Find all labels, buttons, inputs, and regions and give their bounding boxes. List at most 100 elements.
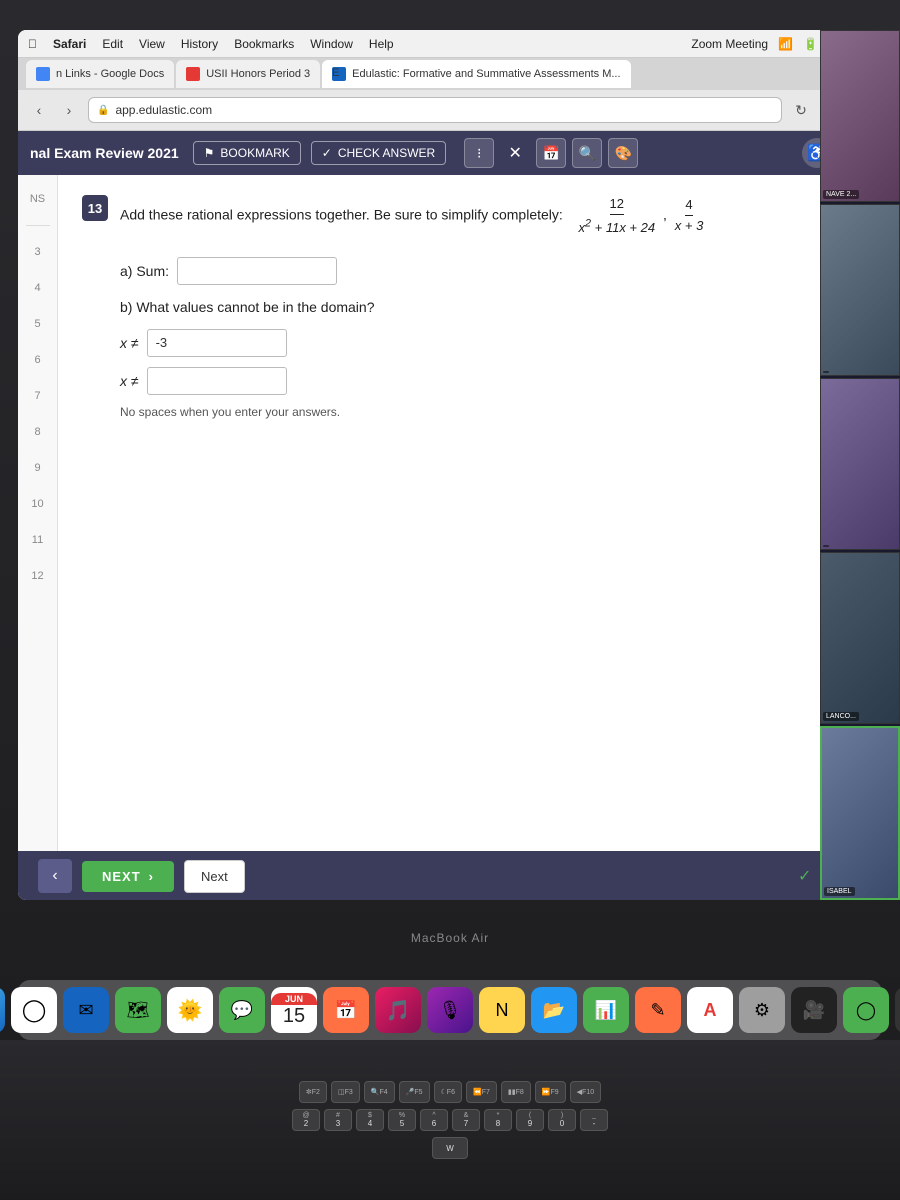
fraction1: 12 x2 + 11x + 24 [578, 195, 655, 237]
dock-settings[interactable]: ⚙ [739, 987, 785, 1033]
key-f6[interactable]: ☾F6 [434, 1081, 462, 1103]
key-f3[interactable]: ◫F3 [331, 1081, 360, 1103]
tab-google-docs[interactable]: n Links - Google Docs [26, 60, 174, 88]
sidebar-num-10[interactable]: 10 [24, 490, 52, 518]
sidebar-num-7[interactable]: 7 [24, 382, 52, 410]
key-f10[interactable]: ◀F10 [570, 1081, 601, 1103]
question-area: 13 Add these rational expressions togeth… [58, 175, 882, 851]
zoom-label-3 [823, 545, 829, 547]
address-bar[interactable]: 🔒 app.edulastic.com [88, 97, 782, 123]
dock-camera[interactable]: 🎥 [791, 987, 837, 1033]
key-w[interactable]: W [432, 1137, 468, 1159]
lock-icon: 🔒 [97, 105, 109, 116]
key-close-0[interactable]: )0 [548, 1109, 576, 1131]
menu-help[interactable]: Help [369, 37, 394, 51]
browser-back-btn[interactable]: ‹ [28, 99, 50, 121]
domain-row-1: x ≠ [120, 329, 858, 357]
dock-reminders[interactable]: 📅 [323, 987, 369, 1033]
sum-input[interactable] [177, 257, 337, 285]
menu-apple[interactable]:  [28, 37, 37, 51]
tab-usii[interactable]: USII Honors Period 3 [176, 60, 320, 88]
menu-view[interactable]: View [139, 37, 165, 51]
dock-pen[interactable]: ✎ [635, 987, 681, 1033]
bottom-next-button[interactable]: Next [184, 860, 245, 893]
dock-system[interactable]: 🖥 [895, 987, 900, 1033]
dock-photos[interactable]: 🌞 [167, 987, 213, 1033]
dock-notes[interactable]: N [479, 987, 525, 1033]
key-f2[interactable]: ✼F2 [299, 1081, 327, 1103]
menu-app-name[interactable]: Safari [53, 37, 86, 51]
url-text: app.edulastic.com [115, 103, 212, 117]
dock-a-icon[interactable]: A [687, 987, 733, 1033]
dock-podcasts[interactable]: 🎙 [427, 987, 473, 1033]
bookmark-button[interactable]: ⚑ BOOKMARK [193, 141, 301, 165]
sidebar-num-3[interactable]: 3 [24, 238, 52, 266]
key-f4[interactable]: 🔍F4 [364, 1081, 395, 1103]
tools-group: ⁝ ✕ 📅 🔍 🎨 [464, 138, 638, 168]
dock-maps[interactable]: 🗺 [115, 987, 161, 1033]
menu-history[interactable]: History [181, 37, 218, 51]
dock-files[interactable]: 📂 [531, 987, 577, 1033]
sidebar-num-9[interactable]: 9 [24, 454, 52, 482]
key-caret-6[interactable]: ^6 [420, 1109, 448, 1131]
check-answer-button[interactable]: ✓ CHECK ANSWER [311, 141, 446, 165]
tab-bar: n Links - Google Docs USII Honors Period… [18, 58, 882, 90]
browser-refresh-btn[interactable]: ↻ [790, 99, 812, 121]
sidebar-ns[interactable]: NS [24, 185, 52, 213]
domain-input-2[interactable] [147, 367, 287, 395]
sidebar-num-5[interactable]: 5 [24, 310, 52, 338]
part-a-label: a) Sum: [120, 263, 169, 279]
dock-finder[interactable]: 😀 [0, 987, 5, 1033]
key-hash-3[interactable]: #3 [324, 1109, 352, 1131]
bottom-back-button[interactable]: ‹ [38, 859, 72, 893]
dock-charts[interactable]: 📊 [583, 987, 629, 1033]
key-star-8[interactable]: *8 [484, 1109, 512, 1131]
key-f8[interactable]: ▮▮F8 [501, 1081, 531, 1103]
sidebar-num-8[interactable]: 8 [24, 418, 52, 446]
next-arrow-icon: › [149, 869, 154, 884]
part-a-row: a) Sum: [120, 257, 858, 285]
sidebar-num-4[interactable]: 4 [24, 274, 52, 302]
dock-mail[interactable]: ✉ [63, 987, 109, 1033]
tab-favicon-usii [186, 67, 200, 81]
calendar-tool-btn[interactable]: 📅 [536, 138, 566, 168]
key-at-2[interactable]: @2 [292, 1109, 320, 1131]
question-number-badge: 13 [82, 195, 108, 221]
domain-input-1[interactable] [147, 329, 287, 357]
key-amp-7[interactable]: &7 [452, 1109, 480, 1131]
tab-google-label: n Links - Google Docs [56, 68, 164, 80]
key-open-9[interactable]: (9 [516, 1109, 544, 1131]
sidebar-num-11[interactable]: 11 [24, 526, 52, 554]
dock-music[interactable]: 🎵 [375, 987, 421, 1033]
browser-forward-btn[interactable]: › [58, 99, 80, 121]
domain-row-2: x ≠ [120, 367, 858, 395]
key-pct-5[interactable]: %5 [388, 1109, 416, 1131]
paint-tool-btn[interactable]: 🎨 [608, 138, 638, 168]
sidebar-num-6[interactable]: 6 [24, 346, 52, 374]
menu-edit[interactable]: Edit [102, 37, 123, 51]
dock-green-circle[interactable]: ◯ [843, 987, 889, 1033]
key-f5[interactable]: 🎤F5 [399, 1081, 430, 1103]
keyboard: ✼F2 ◫F3 🔍F4 🎤F5 ☾F6 ⏪F7 ▮▮F8 ⏩F9 [0, 1040, 900, 1200]
grid-tool-btn[interactable]: ⁝ [464, 138, 494, 168]
menu-bookmarks[interactable]: Bookmarks [234, 37, 294, 51]
key-dash[interactable]: _- [580, 1109, 608, 1131]
dock-calendar[interactable]: JUN 15 [271, 987, 317, 1033]
tab-favicon-edulastic: E [332, 67, 346, 81]
zoom-meeting-text: Zoom Meeting [691, 37, 768, 51]
dock-messages[interactable]: 💬 [219, 987, 265, 1033]
key-dollar-4[interactable]: $4 [356, 1109, 384, 1131]
tab-favicon-google [36, 67, 50, 81]
key-f9[interactable]: ⏩F9 [535, 1081, 566, 1103]
sidebar-num-12[interactable]: 12 [24, 562, 52, 590]
macbook-label: MacBook Air [411, 931, 489, 945]
dock-chrome[interactable]: ◯ [11, 987, 57, 1033]
zoom-participant-1: NAVE 2... [820, 30, 900, 202]
search-tool-btn[interactable]: 🔍 [572, 138, 602, 168]
menu-window[interactable]: Window [310, 37, 353, 51]
close-tool-btn[interactable]: ✕ [500, 138, 530, 168]
laptop-screen:  Safari Edit View History Bookmarks Win… [18, 30, 882, 900]
bottom-next-main-button[interactable]: NEXT › [82, 861, 174, 892]
key-f7[interactable]: ⏪F7 [466, 1081, 497, 1103]
tab-edulastic[interactable]: E Edulastic: Formative and Summative Ass… [322, 60, 630, 88]
